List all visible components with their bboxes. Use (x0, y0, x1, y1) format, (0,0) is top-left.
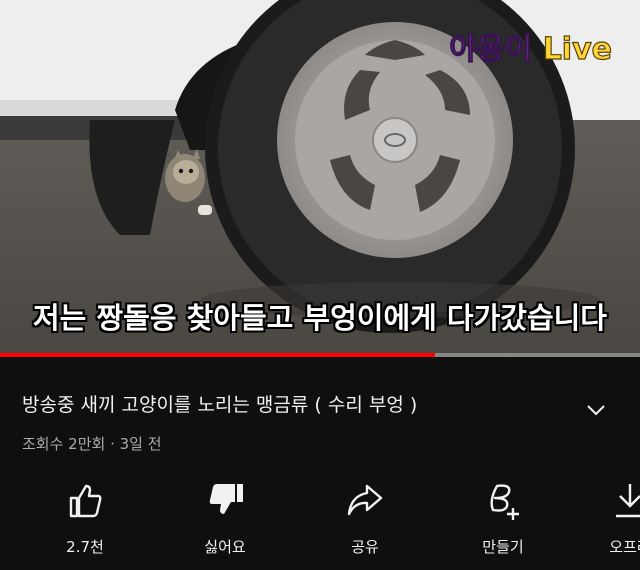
offline-label: 오프라 (609, 538, 640, 556)
video-subtitle: 저는 짱돌응 찾아들고 부엉이에게 다가갔습니다 (33, 301, 607, 335)
progress-bar[interactable] (0, 353, 640, 357)
like-button[interactable]: 2.7천 (35, 478, 135, 557)
remix-icon (490, 484, 519, 520)
video-meta: 조회수 2만회 · 3일 전 (22, 435, 162, 453)
thumbs-down-icon (209, 484, 243, 514)
watermark-name: 야옹이 (449, 31, 533, 67)
watermark-live: Live (542, 31, 613, 67)
thumbs-up-icon (69, 484, 102, 518)
video-player[interactable]: 야옹이 Live 저는 짱돌응 찾아들고 부엉이에게 다가갔습니다 (0, 0, 640, 357)
channel-watermark: 야옹이 Live (449, 24, 613, 68)
share-button[interactable]: 공유 (315, 478, 415, 557)
share-label: 공유 (351, 538, 379, 556)
video-title[interactable]: 방송중 새끼 고양이를 노리는 맹금류 ( 수리 부엉 ) (22, 390, 562, 417)
dislike-label: 싫어요 (204, 538, 246, 556)
dislike-button[interactable]: 싫어요 (175, 478, 275, 557)
create-button[interactable]: 만들기 (453, 478, 553, 557)
chevron-down-icon[interactable] (584, 398, 608, 422)
share-icon (347, 484, 383, 516)
action-bar: 2.7천 싫어요 공유 만들기 오프라 (0, 478, 640, 570)
progress-fill (0, 353, 436, 357)
create-label: 만들기 (482, 538, 524, 556)
download-icon (616, 484, 640, 518)
like-count: 2.7천 (66, 538, 104, 556)
offline-button[interactable]: 오프라 (580, 478, 640, 557)
